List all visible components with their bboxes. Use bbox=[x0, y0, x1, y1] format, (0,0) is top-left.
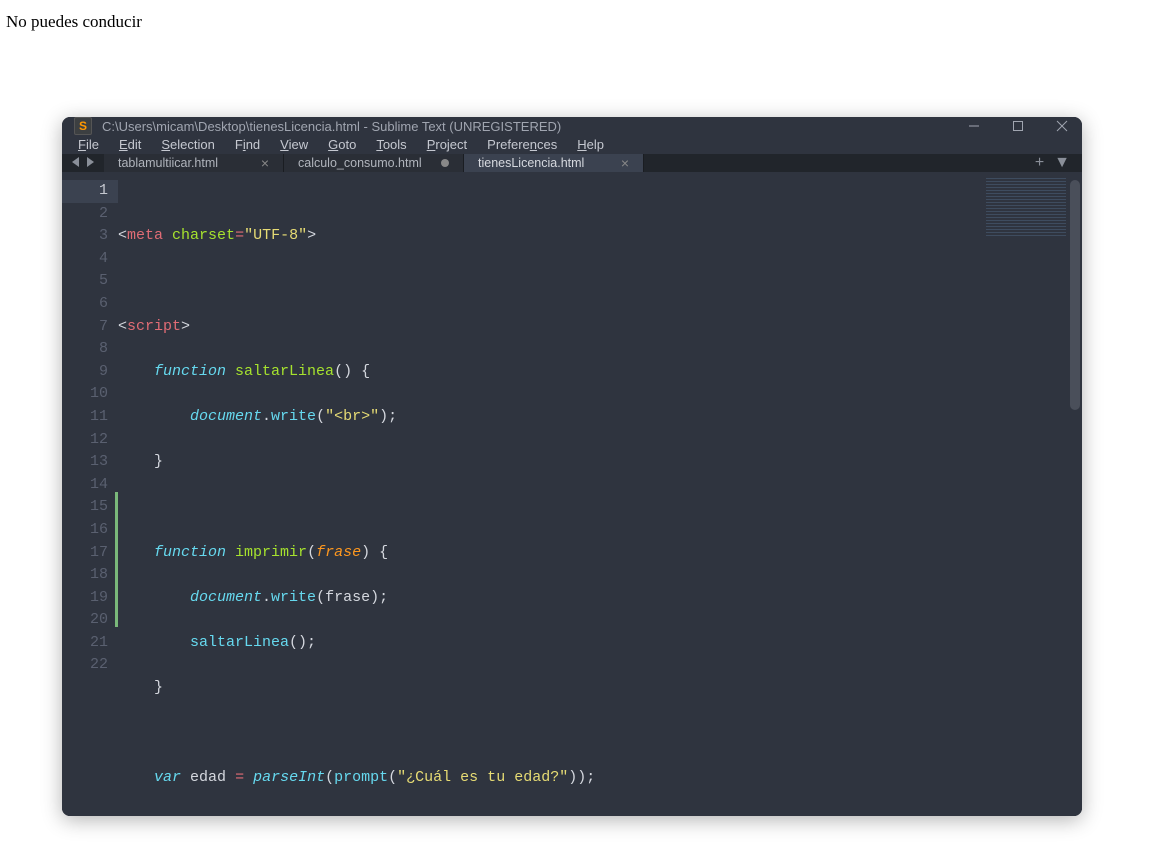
line-number-gutter: 1 2 3 4 5 6 7 8 9 10 11 12 13 14 15 16 1… bbox=[62, 172, 118, 816]
minimap[interactable] bbox=[982, 172, 1082, 816]
editor-area[interactable]: 1 2 3 4 5 6 7 8 9 10 11 12 13 14 15 16 1… bbox=[62, 172, 1082, 816]
vertical-scrollbar[interactable] bbox=[1070, 180, 1080, 410]
menubar: File Edit Selection Find View Goto Tools… bbox=[62, 135, 1082, 154]
menu-preferences[interactable]: Preferences bbox=[479, 135, 565, 154]
tab-calculo-consumo[interactable]: calculo_consumo.html bbox=[284, 154, 464, 172]
new-tab-button[interactable]: + bbox=[1035, 154, 1044, 172]
minimize-button[interactable] bbox=[966, 118, 982, 134]
tab-label: tablamultiicar.html bbox=[118, 156, 218, 170]
tab-dropdown-button[interactable]: ▼ bbox=[1054, 154, 1070, 172]
tab-tieneslicencia[interactable]: tienesLicencia.html × bbox=[464, 154, 644, 172]
code-content[interactable]: <meta charset="UTF-8"> <script> function… bbox=[118, 172, 982, 816]
tab-nav-back[interactable] bbox=[72, 154, 80, 172]
maximize-icon bbox=[1012, 120, 1024, 132]
menu-view[interactable]: View bbox=[272, 135, 316, 154]
tab-nav-forward[interactable] bbox=[86, 154, 94, 172]
minimap-preview bbox=[986, 178, 1066, 238]
change-marker bbox=[115, 492, 118, 627]
window-title: C:\Users\micam\Desktop\tienesLicencia.ht… bbox=[102, 119, 966, 134]
tab-label: tienesLicencia.html bbox=[478, 156, 584, 170]
menu-help[interactable]: Help bbox=[569, 135, 612, 154]
minimize-icon bbox=[968, 120, 980, 132]
menu-find[interactable]: Find bbox=[227, 135, 268, 154]
menu-project[interactable]: Project bbox=[419, 135, 475, 154]
sublime-window: S C:\Users\micam\Desktop\tienesLicencia.… bbox=[62, 117, 1082, 816]
tabbar: tablamultiicar.html × calculo_consumo.ht… bbox=[62, 154, 1082, 172]
menu-tools[interactable]: Tools bbox=[368, 135, 414, 154]
tab-dirty-icon bbox=[441, 159, 449, 167]
menu-selection[interactable]: Selection bbox=[153, 135, 222, 154]
close-icon bbox=[1056, 120, 1068, 132]
tab-close-icon[interactable]: × bbox=[621, 155, 629, 171]
titlebar[interactable]: S C:\Users\micam\Desktop\tienesLicencia.… bbox=[62, 117, 1082, 135]
maximize-button[interactable] bbox=[1010, 118, 1026, 134]
app-icon: S bbox=[74, 117, 92, 135]
tab-tablamultiicar[interactable]: tablamultiicar.html × bbox=[104, 154, 284, 172]
close-button[interactable] bbox=[1054, 118, 1070, 134]
menu-goto[interactable]: Goto bbox=[320, 135, 364, 154]
menu-edit[interactable]: Edit bbox=[111, 135, 149, 154]
browser-output-text: No puedes conducir bbox=[6, 12, 142, 32]
menu-file[interactable]: File bbox=[70, 135, 107, 154]
tab-close-icon[interactable]: × bbox=[261, 155, 269, 171]
tab-label: calculo_consumo.html bbox=[298, 156, 422, 170]
